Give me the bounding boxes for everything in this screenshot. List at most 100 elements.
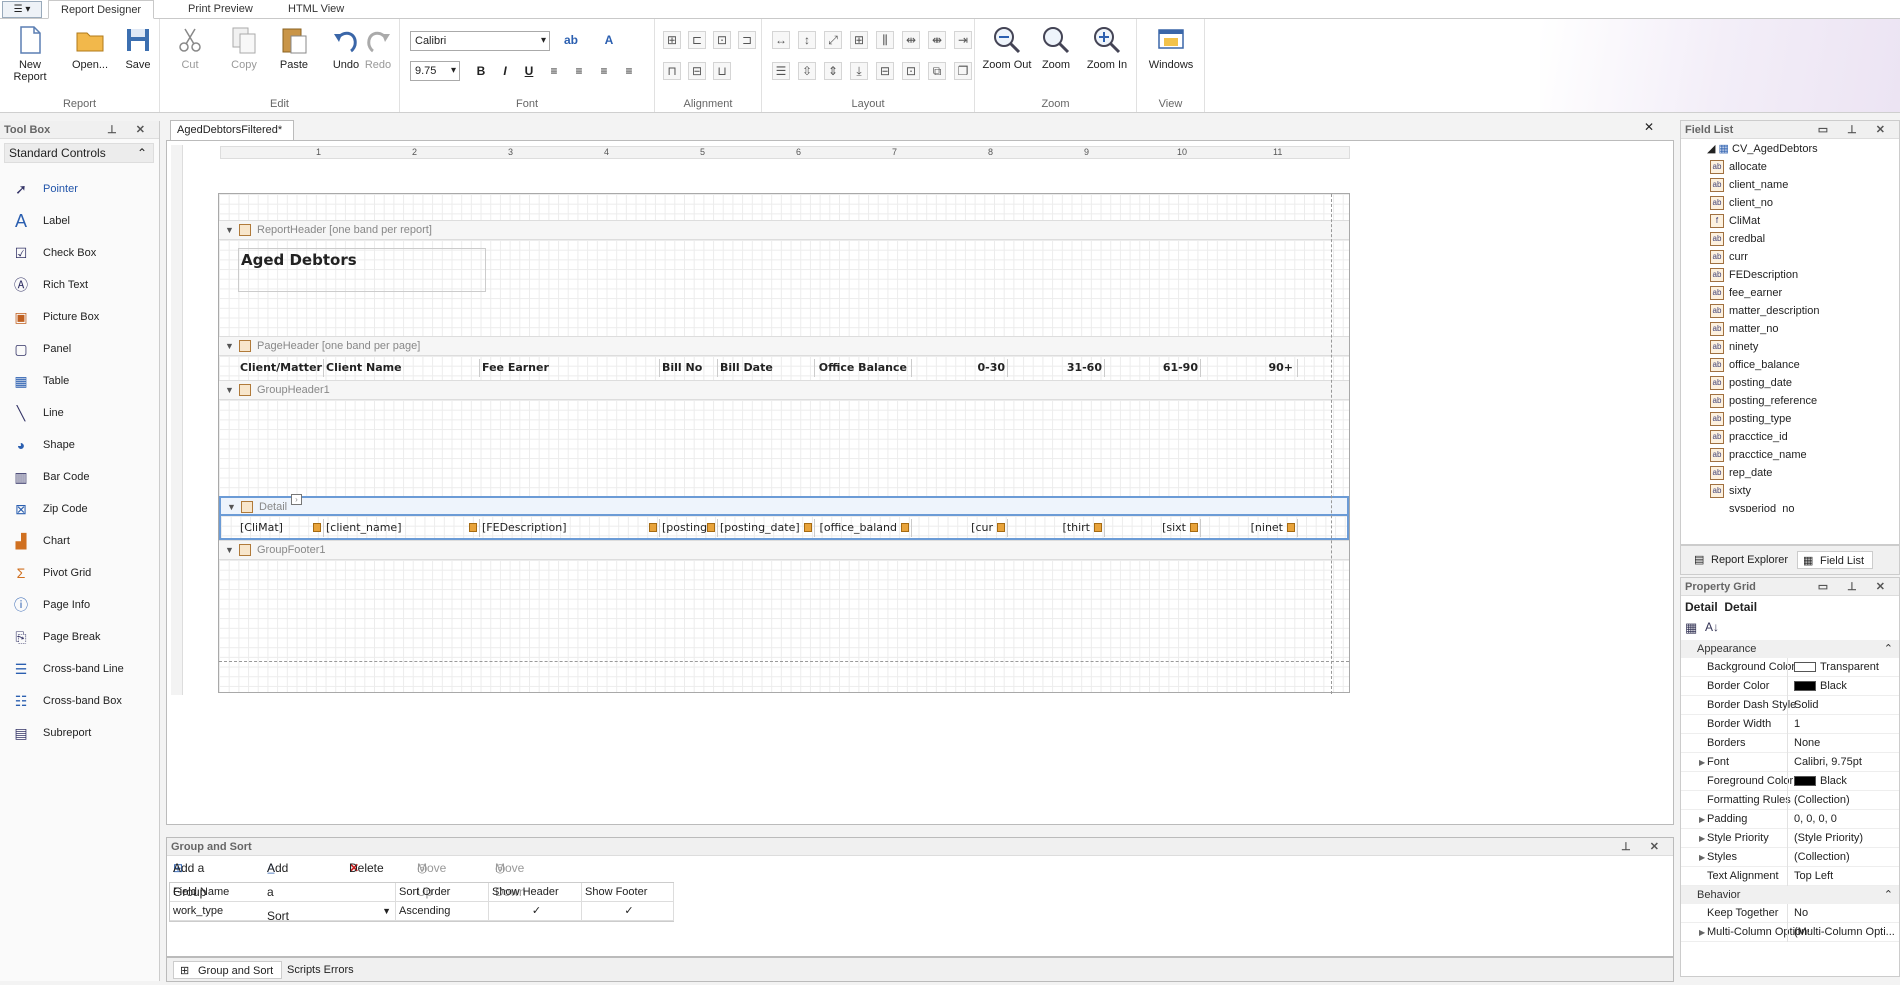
toolbox-item-cross-band-line[interactable]: ☰ Cross-band Line [10,657,155,681]
tab-report-explorer[interactable]: ▤ Report Explorer [1689,551,1796,569]
font-name-combo[interactable]: Calibri [410,31,550,51]
toolbox-item-chart[interactable]: ▟ Chart [10,529,155,553]
show-header-checkbox[interactable]: ✓ [489,902,582,921]
h-spacing-decrease-icon[interactable]: ⇼ [928,31,946,49]
category-behavior[interactable]: Behavior ⌃ [1681,886,1899,904]
field-item[interactable]: ab FEDescription [1710,266,1798,284]
bold-button[interactable]: B [472,62,490,80]
header-cell[interactable]: Fee Earner [480,359,660,377]
group-header-band[interactable] [219,400,1349,496]
align-centers-icon[interactable]: ⊡ [713,31,731,49]
field-item[interactable]: ab pracctice_id [1710,428,1788,446]
save-button[interactable]: Save [110,23,166,83]
field-item[interactable]: ab client_no [1710,194,1773,212]
font-size-combo[interactable]: 9.75 [410,61,460,81]
top-margin-band[interactable] [219,194,1349,220]
toolbox-item-pivot-grid[interactable]: Σ Pivot Grid [10,561,155,585]
property-row[interactable]: Borders None [1681,734,1899,753]
expand-icon[interactable]: ▶ [1699,753,1705,772]
font-color-icon[interactable]: A [600,31,618,49]
paste-button[interactable]: Paste [266,23,322,83]
report-title-label[interactable]: Aged Debtors [238,248,486,292]
property-row[interactable]: Border Color Black [1681,677,1899,696]
field-item[interactable]: ab curr [1710,248,1748,266]
send-to-back-icon[interactable]: ❐ [954,62,972,80]
tab-field-list[interactable]: ▦ Field List [1797,551,1874,569]
size-to-grid-icon[interactable]: ⊞ [850,31,868,49]
field-item[interactable]: ab client_name [1710,176,1788,194]
property-row[interactable]: ▶ Padding 0, 0, 0, 0 [1681,810,1899,829]
header-cell[interactable]: 31-60 [1008,359,1105,377]
detail-cell[interactable]: [CliMat] [238,519,324,537]
detail-cell[interactable]: [sixt [1105,519,1201,537]
band-header-detail[interactable]: ▼ Detail › [219,494,1349,517]
group-footer-band[interactable] [219,560,1349,692]
field-item[interactable]: ab rep_date [1710,464,1772,482]
pane-pin-close-icon[interactable]: ⊥ ✕ [107,121,153,139]
toolbox-item-picture-box[interactable]: ▣ Picture Box [10,305,155,329]
field-item[interactable]: ab matter_description [1710,302,1820,320]
copy-button[interactable]: Copy [216,23,272,83]
collapse-triangle-icon[interactable]: ▼ [225,221,234,240]
band-header-group-header[interactable]: ▼ GroupHeader1 [219,380,1349,400]
property-row[interactable]: Background Color Transparent [1681,658,1899,677]
close-document-icon[interactable]: ✕ [1644,120,1654,134]
align-middles-icon[interactable]: ⊟ [688,62,706,80]
field-item[interactable]: absysperiod_no [1729,500,1794,512]
toolbox-item-rich-text[interactable]: Ⓐ Rich Text [10,273,155,297]
toolbox-category[interactable]: Standard Controls ⌃ [4,143,154,163]
h-spacing-remove-icon[interactable]: ⇥ [954,31,972,49]
collapse-triangle-icon[interactable]: ▼ [227,498,236,517]
align-to-grid-icon[interactable]: ⊞ [663,31,681,49]
property-row[interactable]: ▶ Font Calibri, 9.75pt [1681,753,1899,772]
center-horizontally-icon[interactable]: ⊟ [876,62,894,80]
background-color-icon[interactable]: ab [562,31,580,49]
field-item[interactable]: f CliMat [1710,212,1760,230]
show-footer-checkbox[interactable]: ✓ [582,902,674,921]
expand-icon[interactable]: ▶ [1699,810,1705,829]
field-item[interactable]: ab pracctice_name [1710,446,1807,464]
italic-button[interactable]: I [496,62,514,80]
v-spacing-remove-icon[interactable]: ⤓ [850,62,868,80]
tab-report-designer[interactable]: Report Designer [48,0,155,19]
toolbox-item-shape[interactable]: ◕ Shape [10,433,155,457]
windows-button[interactable]: Windows [1143,23,1199,83]
detail-cell[interactable]: [client_name] [324,519,480,537]
expand-icon[interactable]: ▶ [1699,848,1705,867]
header-cell[interactable]: 61-90 [1105,359,1201,377]
align-lefts-icon[interactable]: ⊏ [688,31,706,49]
header-cell[interactable]: Bill Date [718,359,815,377]
property-row[interactable]: Border Dash Style Solid [1681,696,1899,715]
property-row[interactable]: ▶ Styles (Collection) [1681,848,1899,867]
tab-html-view[interactable]: HTML View [276,0,356,19]
new-report-button[interactable]: New Report [2,23,58,83]
header-cell[interactable]: 0-30 [912,359,1008,377]
toolbox-item-check-box[interactable]: ☑ Check Box [10,241,155,265]
align-right-icon[interactable]: ≡ [595,62,613,80]
zoom-out-button[interactable]: Zoom Out [979,23,1035,83]
property-row[interactable]: Keep Together No [1681,904,1899,923]
toolbox-item-panel[interactable]: ▢ Panel [10,337,155,361]
field-item[interactable]: ab matter_no [1710,320,1779,338]
h-spacing-equal-icon[interactable]: ⫼ [876,31,894,49]
zoom-button[interactable]: Zoom [1031,23,1081,83]
header-cell[interactable]: Bill No [660,359,718,377]
underline-button[interactable]: U [520,62,538,80]
toolbox-item-zip-code[interactable]: ⊠ Zip Code [10,497,155,521]
field-item[interactable]: ab posting_type [1710,410,1791,428]
detail-cell[interactable]: [posting [660,519,718,537]
collapse-triangle-icon[interactable]: ▼ [225,337,234,356]
expand-icon[interactable]: ▶ [1699,923,1705,942]
pane-pin-close-icon[interactable]: ⊥ ✕ [1621,838,1667,856]
detail-cell[interactable]: [thirt [1008,519,1105,537]
field-item[interactable]: ab office_balance [1710,356,1800,374]
bring-to-front-icon[interactable]: ⧉ [928,62,946,80]
collapse-triangle-icon[interactable]: ▼ [225,381,234,400]
alphabetical-sort-icon[interactable]: A↓ [1705,620,1719,634]
collapse-triangle-icon[interactable]: ▼ [225,541,234,560]
detail-cell[interactable]: [ninet [1201,519,1298,537]
toolbox-item-table[interactable]: ▦ Table [10,369,155,393]
property-row[interactable]: Foreground Color Black [1681,772,1899,791]
app-menu-button[interactable]: ☰ ▾ [2,1,42,18]
field-item[interactable]: ab allocate [1710,158,1767,176]
